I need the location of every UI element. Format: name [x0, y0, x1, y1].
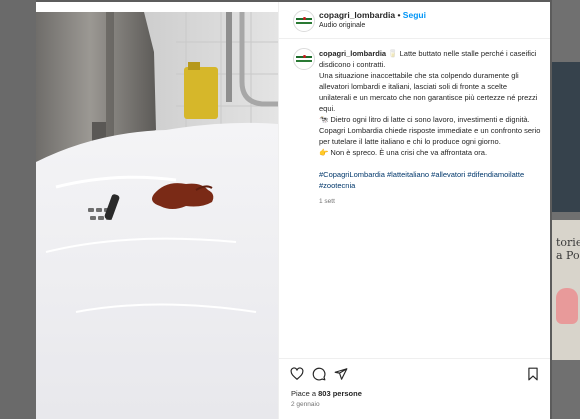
send-icon[interactable]	[334, 367, 348, 381]
avatar[interactable]	[293, 10, 315, 32]
post-video[interactable]	[36, 12, 278, 419]
action-bar: Piace a 803 persone 2 gennaio	[279, 358, 550, 419]
separator-dot: •	[397, 10, 401, 20]
background-card-text: torie a Por	[556, 236, 580, 262]
likes-prefix: Piace a	[291, 389, 319, 398]
caption-avatar[interactable]	[293, 48, 315, 70]
backdrop-left	[0, 0, 36, 419]
copagri-logo-icon	[296, 55, 312, 63]
background-card-dark	[552, 62, 580, 212]
comments-area[interactable]: copagri_lombardia 🥛 Latte buttato nelle …	[279, 39, 550, 359]
bookmark-icon[interactable]	[526, 367, 540, 381]
likes-number[interactable]: 803 persone	[318, 389, 362, 398]
copagri-logo-icon	[296, 17, 312, 25]
caption-line: Una situazione inaccettabile che sta col…	[319, 71, 538, 113]
caption-time[interactable]: 1 sett	[319, 196, 541, 207]
likes-count[interactable]: Piace a 803 persone	[291, 389, 362, 398]
hashtags[interactable]: #CopagriLombardia #latteitaliano #alleva…	[319, 169, 541, 191]
caption-line: 🐄 Dietro ogni litro di latte ci sono lav…	[319, 115, 530, 124]
caption-line: Copagri Lombardia chiede risposte immedi…	[319, 126, 541, 146]
caption-username[interactable]: copagri_lombardia	[319, 49, 386, 58]
post-caption: copagri_lombardia 🥛 Latte buttato nelle …	[319, 48, 541, 207]
caption-line: 👉 Non è spreco. È una crisi che va affro…	[319, 148, 488, 157]
post-author: copagri_lombardia • Segui	[319, 10, 426, 20]
audio-label[interactable]: Audio originale	[319, 22, 365, 29]
background-card-illustration	[556, 288, 578, 324]
post-date[interactable]: 2 gennaio	[291, 401, 320, 408]
post-sidebar: copagri_lombardia • Segui Audio original…	[278, 2, 550, 419]
follow-button[interactable]: Segui	[403, 10, 426, 20]
post-dialog: copagri_lombardia • Segui Audio original…	[36, 2, 550, 419]
post-header: copagri_lombardia • Segui Audio original…	[279, 2, 550, 39]
comment-icon[interactable]	[312, 367, 326, 381]
video-frame	[36, 12, 278, 419]
heart-icon[interactable]	[290, 367, 304, 381]
username-link[interactable]: copagri_lombardia	[319, 10, 395, 20]
